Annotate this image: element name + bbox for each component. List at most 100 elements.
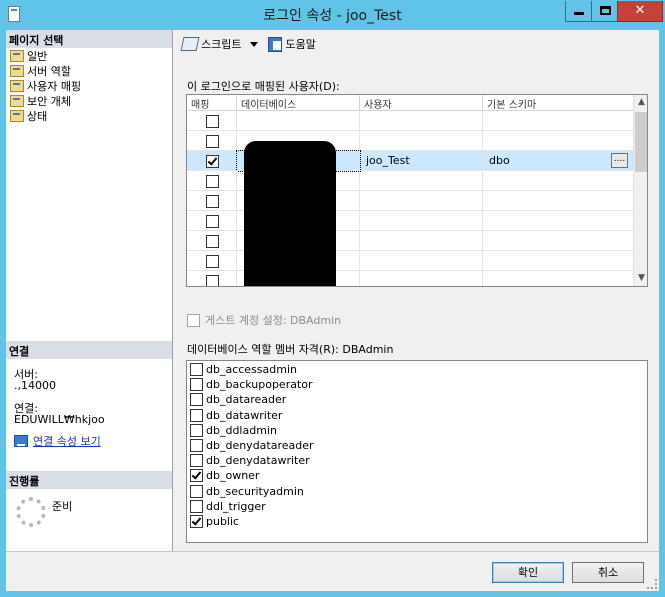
page-icon bbox=[10, 94, 24, 107]
user-cell[interactable] bbox=[360, 171, 483, 191]
guest-account-checkbox[interactable] bbox=[187, 313, 200, 327]
user-cell[interactable] bbox=[360, 191, 483, 211]
cancel-button[interactable]: 취소 bbox=[572, 562, 644, 583]
role-checkbox[interactable] bbox=[190, 439, 203, 452]
role-checkbox[interactable] bbox=[190, 423, 203, 437]
role-checkbox[interactable] bbox=[190, 393, 203, 407]
maximize-button[interactable] bbox=[591, 1, 618, 22]
connection-value: EDUWILL₩hkjoo bbox=[14, 413, 105, 426]
role-checkbox[interactable] bbox=[190, 363, 203, 376]
dialog-client: 페이지 선택 일반 서버 역할 사용자 매핑 보안 개체 상태 연결 서버: .… bbox=[6, 30, 659, 591]
map-checkbox[interactable] bbox=[206, 195, 219, 208]
list-item[interactable]: public bbox=[190, 514, 239, 529]
column-header-map[interactable]: 매핑 bbox=[187, 95, 237, 111]
default-schema-cell[interactable] bbox=[483, 191, 633, 211]
checkmark-icon bbox=[207, 155, 218, 166]
table-row[interactable] bbox=[187, 111, 633, 131]
list-item[interactable]: db_datawriter bbox=[190, 408, 282, 423]
default-schema-cell[interactable] bbox=[483, 251, 633, 271]
map-checkbox[interactable] bbox=[206, 235, 219, 248]
column-header-default-schema[interactable]: 기본 스키마 bbox=[483, 95, 633, 111]
role-label: db_denydatawriter bbox=[206, 454, 310, 468]
map-cell bbox=[187, 171, 237, 191]
pages-header: 페이지 선택 bbox=[6, 30, 172, 48]
default-schema-cell[interactable] bbox=[483, 211, 633, 231]
role-label: db_datawriter bbox=[206, 408, 283, 422]
role-checkbox[interactable] bbox=[190, 454, 203, 468]
map-checkbox[interactable] bbox=[206, 275, 219, 286]
user-cell[interactable] bbox=[360, 271, 483, 286]
map-checkbox[interactable] bbox=[206, 175, 219, 188]
list-item[interactable]: db_datareader bbox=[190, 392, 286, 407]
page-icon bbox=[10, 109, 24, 122]
user-cell[interactable] bbox=[360, 131, 483, 151]
view-connection-properties-link[interactable]: 연결 속성 보기 bbox=[14, 433, 101, 449]
database-cell[interactable] bbox=[237, 111, 360, 131]
close-button[interactable]: ✕ bbox=[617, 1, 663, 22]
role-checkbox[interactable] bbox=[190, 484, 203, 498]
default-schema-cell[interactable] bbox=[483, 171, 633, 191]
role-checkbox[interactable] bbox=[190, 469, 203, 483]
page-item-user-mapping[interactable]: 사용자 매핑 bbox=[10, 78, 81, 93]
mapping-label: 이 로그인으로 매핑된 사용자(D): bbox=[187, 80, 340, 93]
browse-schema-button[interactable]: .... bbox=[611, 153, 628, 168]
default-schema-cell[interactable] bbox=[483, 131, 633, 151]
role-label: db_accessadmin bbox=[206, 363, 297, 376]
map-checkbox[interactable] bbox=[206, 255, 219, 268]
role-label: db_owner bbox=[206, 469, 260, 483]
grid-scrollbar[interactable]: ▲ ▼ bbox=[633, 95, 647, 286]
column-header-user[interactable]: 사용자 bbox=[360, 95, 483, 111]
list-item[interactable]: db_denydatawriter bbox=[190, 453, 310, 468]
column-header-database[interactable]: 데이터베이스 bbox=[237, 95, 360, 111]
role-label: db_ddladmin bbox=[206, 423, 277, 437]
default-schema-cell[interactable] bbox=[483, 271, 633, 286]
user-cell[interactable] bbox=[360, 111, 483, 131]
role-membership-label: 데이터베이스 역할 멤버 자격(R): DBAdmin bbox=[187, 343, 394, 356]
default-schema-cell[interactable] bbox=[483, 111, 633, 131]
ok-button[interactable]: 확인 bbox=[492, 562, 564, 583]
scroll-down-icon[interactable]: ▼ bbox=[634, 271, 647, 286]
list-item[interactable]: db_ddladmin bbox=[190, 423, 277, 438]
default-schema-cell[interactable] bbox=[483, 231, 633, 251]
list-item[interactable]: db_accessadmin bbox=[190, 362, 297, 377]
user-mapping-grid[interactable]: 매핑 데이터베이스 사용자 기본 스키마 joo_Test dbo.... ▲ ▼ bbox=[186, 94, 648, 287]
page-item-server-roles[interactable]: 서버 역할 bbox=[10, 63, 71, 78]
connection-properties-icon bbox=[14, 435, 28, 447]
role-checkbox[interactable] bbox=[190, 499, 203, 513]
server-value: .,14000 bbox=[14, 379, 56, 392]
user-cell[interactable] bbox=[360, 251, 483, 271]
list-item[interactable]: db_denydatareader bbox=[190, 438, 314, 453]
map-checkbox[interactable] bbox=[206, 135, 219, 148]
script-button[interactable]: 스크립트 bbox=[180, 34, 260, 54]
map-checkbox[interactable] bbox=[206, 215, 219, 228]
page-item-general[interactable]: 일반 bbox=[10, 48, 47, 63]
window-frame: 로그인 속성 - joo_Test ✕ 페이지 선택 일반 서버 역할 사용자 … bbox=[0, 0, 665, 597]
map-cell bbox=[187, 131, 237, 151]
page-item-status[interactable]: 상태 bbox=[10, 108, 47, 123]
user-cell[interactable]: joo_Test bbox=[360, 151, 483, 171]
chevron-down-icon[interactable] bbox=[250, 41, 259, 47]
scroll-up-icon[interactable]: ▲ bbox=[634, 95, 647, 110]
redaction-block bbox=[244, 141, 336, 286]
help-button[interactable]: 도움말 bbox=[266, 34, 317, 54]
minimize-button[interactable] bbox=[565, 1, 592, 22]
role-checkbox[interactable] bbox=[190, 378, 203, 392]
scroll-thumb[interactable] bbox=[635, 112, 647, 172]
map-checkbox[interactable] bbox=[206, 115, 219, 128]
resize-grip-icon[interactable] bbox=[647, 579, 657, 589]
list-item[interactable]: db_owner bbox=[190, 468, 259, 483]
user-cell[interactable] bbox=[360, 211, 483, 231]
role-checkbox[interactable] bbox=[190, 515, 203, 528]
help-label: 도움말 bbox=[285, 38, 316, 51]
map-checkbox[interactable] bbox=[206, 155, 219, 168]
list-item[interactable]: ddl_trigger bbox=[190, 499, 266, 514]
page-item-securables[interactable]: 보안 개체 bbox=[10, 93, 71, 108]
role-checkbox[interactable] bbox=[190, 408, 203, 422]
left-panel: 페이지 선택 일반 서버 역할 사용자 매핑 보안 개체 상태 연결 서버: .… bbox=[6, 30, 173, 551]
title-bar[interactable]: 로그인 속성 - joo_Test ✕ bbox=[0, 0, 665, 30]
list-item[interactable]: db_securityadmin bbox=[190, 484, 304, 499]
role-membership-list[interactable]: db_accessadmin db_backupoperator db_datare… bbox=[186, 360, 648, 543]
list-item[interactable]: db_backupoperator bbox=[190, 377, 313, 392]
close-icon: ✕ bbox=[634, 3, 646, 18]
user-cell[interactable] bbox=[360, 231, 483, 251]
